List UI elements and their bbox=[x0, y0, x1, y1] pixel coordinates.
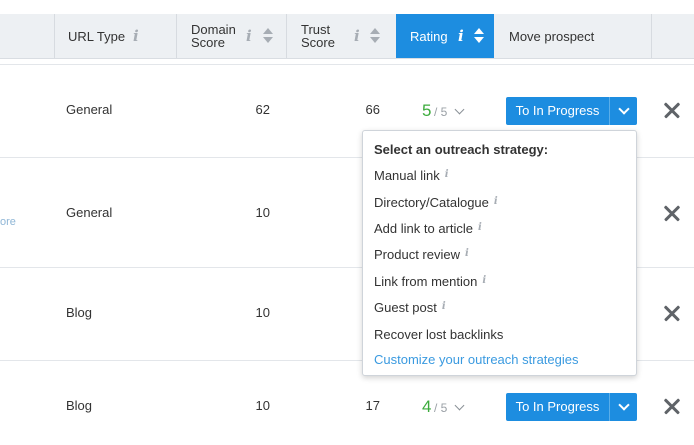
domain-score-cell: 62 bbox=[255, 102, 270, 117]
rating-max: / 5 bbox=[434, 105, 448, 119]
move-dropdown-toggle[interactable] bbox=[609, 97, 637, 125]
menu-title: Select an outreach strategy: bbox=[374, 142, 549, 157]
url-type-cell: Blog bbox=[66, 305, 93, 320]
menu-item-directory-catalogue[interactable]: Directory/Catalogue i bbox=[374, 195, 498, 210]
info-icon[interactable]: i bbox=[133, 27, 139, 45]
menu-item-label: Manual link bbox=[374, 168, 440, 183]
header-trust-score[interactable]: Trust Score i bbox=[286, 14, 396, 58]
domain-score-cell: 10 bbox=[255, 398, 270, 413]
domain-score-cell: 10 bbox=[255, 205, 270, 220]
menu-item-link-from-mention[interactable]: Link from mention i bbox=[374, 274, 486, 289]
url-type-cell: General bbox=[66, 102, 113, 117]
to-in-progress-button[interactable]: To In Progress bbox=[506, 97, 609, 125]
rating-max: / 5 bbox=[434, 401, 448, 415]
menu-item-guest-post[interactable]: Guest post i bbox=[374, 300, 446, 315]
info-icon[interactable]: i bbox=[354, 27, 360, 45]
info-icon[interactable]: i bbox=[465, 248, 469, 259]
header-rating-label: Rating bbox=[410, 28, 448, 44]
menu-item-label: Link from mention bbox=[374, 274, 478, 289]
info-icon[interactable]: i bbox=[494, 196, 498, 207]
header-move-prospect-label: Move prospect bbox=[509, 28, 595, 44]
move-dropdown-toggle[interactable] bbox=[609, 393, 637, 421]
close-icon[interactable] bbox=[663, 397, 681, 415]
header-move-prospect: Move prospect bbox=[494, 14, 651, 58]
header-url-type[interactable]: URL Type i bbox=[54, 14, 176, 58]
info-icon[interactable]: i bbox=[482, 275, 486, 286]
menu-item-recover-lost-backlinks[interactable]: Recover lost backlinks bbox=[374, 327, 503, 342]
header-cell-actions bbox=[651, 14, 694, 58]
outreach-strategy-menu: Select an outreach strategy: Manual link… bbox=[362, 130, 637, 376]
chevron-down-icon bbox=[618, 399, 630, 411]
header-trust-score-line2: Score bbox=[301, 35, 335, 50]
url-type-cell: General bbox=[66, 205, 113, 220]
menu-item-label: Product review bbox=[374, 247, 460, 262]
menu-item-label: Directory/Catalogue bbox=[374, 195, 489, 210]
chevron-down-icon[interactable] bbox=[454, 400, 465, 411]
url-type-cell: Blog bbox=[66, 398, 93, 413]
header-domain-score-line2: Score bbox=[191, 35, 225, 50]
info-icon[interactable]: i bbox=[458, 27, 464, 45]
menu-item-add-link-to-article[interactable]: Add link to article i bbox=[374, 221, 482, 236]
trust-score-cell: 17 bbox=[365, 398, 380, 413]
partial-cut-text[interactable]: ore bbox=[0, 216, 16, 228]
menu-item-label: Recover lost backlinks bbox=[374, 327, 504, 342]
close-icon[interactable] bbox=[663, 101, 681, 119]
trust-score-cell: 66 bbox=[365, 102, 380, 117]
domain-score-cell: 10 bbox=[255, 305, 270, 320]
row-divider bbox=[0, 64, 694, 65]
close-icon[interactable] bbox=[663, 304, 681, 322]
info-icon[interactable]: i bbox=[246, 27, 252, 45]
sort-icon[interactable] bbox=[370, 28, 380, 44]
header-domain-score-label: Domain Score bbox=[191, 14, 236, 58]
info-icon[interactable]: i bbox=[478, 222, 482, 233]
close-icon[interactable] bbox=[663, 204, 681, 222]
table-header: URL Type i Domain Score i Trust Score i … bbox=[0, 14, 694, 59]
info-icon[interactable]: i bbox=[442, 301, 446, 312]
rating-value[interactable]: 4 bbox=[422, 397, 431, 417]
rating-value[interactable]: 5 bbox=[422, 101, 431, 121]
menu-item-label: Add link to article bbox=[374, 221, 473, 236]
to-in-progress-button[interactable]: To In Progress bbox=[506, 393, 609, 421]
menu-item-product-review[interactable]: Product review i bbox=[374, 247, 469, 262]
customize-strategies-link[interactable]: Customize your outreach strategies bbox=[374, 352, 578, 367]
chevron-down-icon[interactable] bbox=[454, 104, 465, 115]
header-rating[interactable]: Rating i bbox=[396, 14, 494, 58]
menu-item-label: Guest post bbox=[374, 300, 437, 315]
sort-icon[interactable] bbox=[263, 28, 273, 44]
info-icon[interactable]: i bbox=[445, 169, 449, 180]
header-url-type-label: URL Type bbox=[68, 28, 126, 44]
header-cell-blank bbox=[0, 14, 54, 58]
header-domain-score[interactable]: Domain Score i bbox=[176, 14, 286, 58]
chevron-down-icon bbox=[618, 103, 630, 115]
sort-icon[interactable] bbox=[474, 28, 484, 44]
header-trust-score-label: Trust Score bbox=[301, 14, 335, 58]
menu-item-manual-link[interactable]: Manual link i bbox=[374, 168, 449, 183]
